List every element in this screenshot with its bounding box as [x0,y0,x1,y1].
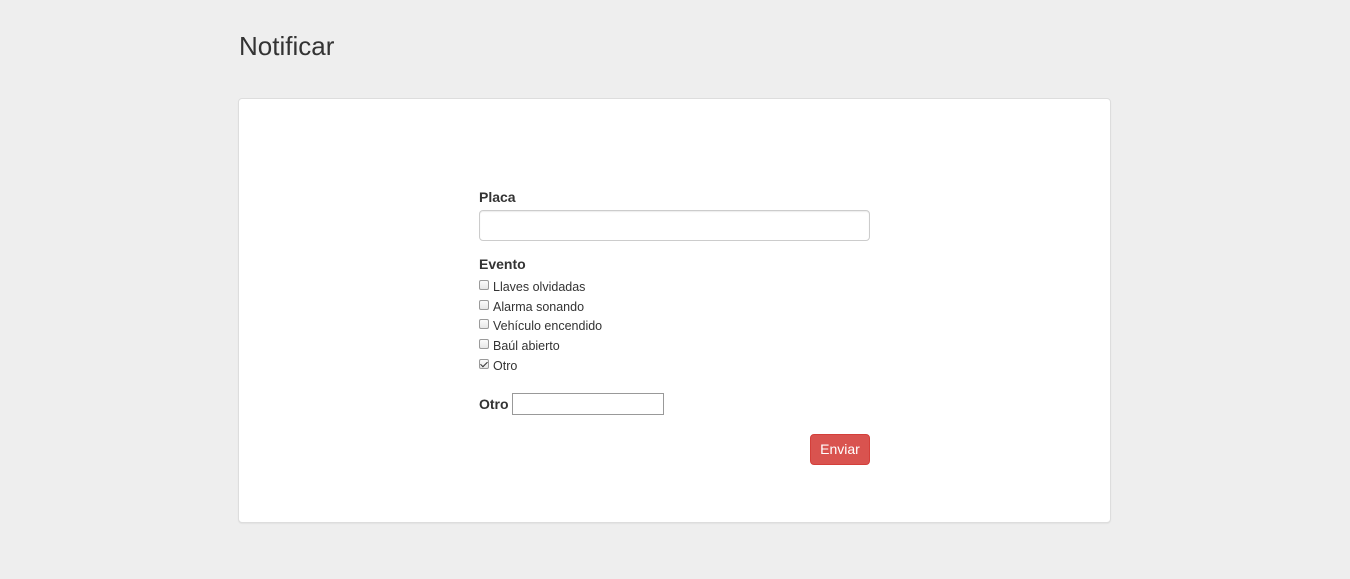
alarma-sonando-label: Alarma sonando [493,299,585,314]
notify-form: Placa Evento Llaves olvidadas Alarma son… [479,187,870,465]
otro-input[interactable] [511,392,664,415]
submit-row: Enviar [479,433,870,465]
otro-field-label: Otro [479,395,509,412]
form-panel: Placa Evento Llaves olvidadas Alarma son… [238,98,1111,523]
evento-label: Evento [479,256,526,272]
placa-label: Placa [479,189,516,205]
vehiculo-encendido-label: Vehículo encendido [493,319,603,334]
event-option-baul-abierto[interactable]: Baúl abierto [479,336,870,356]
otro-field-row: Otro [479,392,870,415]
baul-abierto-label: Baúl abierto [493,339,560,354]
vehiculo-encendido-checkbox[interactable] [479,319,489,330]
event-checkbox-list: Llaves olvidadas Alarma sonando Vehículo… [479,277,870,376]
otro-option-label: Otro [493,358,518,373]
enviar-button[interactable]: Enviar [810,433,870,465]
llaves-olvidadas-checkbox[interactable] [479,279,489,290]
page-title: Notificar [239,31,335,61]
placa-input[interactable] [479,210,870,241]
llaves-olvidadas-label: Llaves olvidadas [493,279,586,294]
alarma-sonando-checkbox[interactable] [479,299,489,310]
otro-checkbox[interactable] [479,358,489,369]
event-option-llaves-olvidadas[interactable]: Llaves olvidadas [479,277,870,297]
baul-abierto-checkbox[interactable] [479,339,489,350]
event-option-vehiculo-encendido[interactable]: Vehículo encendido [479,317,870,337]
event-option-alarma-sonando[interactable]: Alarma sonando [479,297,870,317]
event-option-otro[interactable]: Otro [479,356,870,376]
